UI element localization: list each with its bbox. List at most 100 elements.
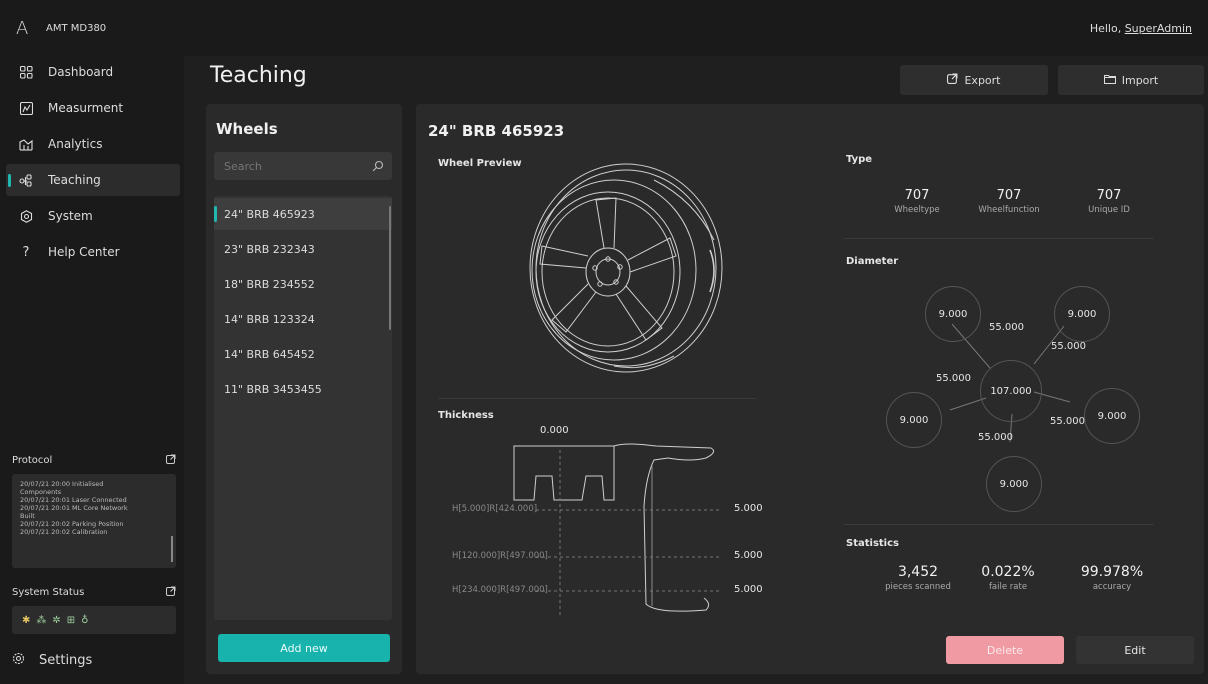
diameter-link-label: 55.000 bbox=[989, 322, 1024, 333]
diameter-outer-circle: 9.000 bbox=[986, 456, 1042, 512]
log-line: Built bbox=[20, 512, 35, 520]
sensor-status-icon: ⁂ bbox=[36, 614, 47, 626]
thickness-row-label: H[5.000]R[424.000] bbox=[452, 504, 538, 514]
diameter-outer-circle: 9.000 bbox=[1054, 286, 1110, 342]
help-icon: ? bbox=[22, 244, 30, 260]
wheel-preview-image bbox=[529, 163, 723, 373]
laser-status-icon: ✱ bbox=[22, 614, 31, 626]
list-item-label: 18" BRB 234552 bbox=[224, 277, 315, 291]
list-item[interactable]: 14" BRB 645452 bbox=[214, 338, 392, 370]
app-title: AMT MD380 bbox=[46, 23, 107, 34]
settings-label: Settings bbox=[39, 653, 93, 668]
list-item[interactable]: 18" BRB 234552 bbox=[214, 268, 392, 300]
system-icon bbox=[18, 208, 34, 224]
list-item-label: 14" BRB 123324 bbox=[224, 312, 315, 326]
delete-button[interactable]: Delete bbox=[946, 636, 1064, 664]
log-line: 20/07/21 20:00 Initialised bbox=[20, 480, 104, 488]
log-line: 20/07/21 20:01 ML Core Network bbox=[20, 504, 128, 512]
thickness-top-value: 0.000 bbox=[540, 425, 569, 436]
type-caption: Unique ID bbox=[1088, 205, 1130, 215]
statistics-label: Statistics bbox=[846, 538, 899, 549]
diameter-outer-circle: 9.000 bbox=[1084, 388, 1140, 444]
sidebar-item-dashboard[interactable]: Dashboard bbox=[6, 56, 180, 88]
sidebar-item-system[interactable]: System bbox=[6, 200, 180, 232]
app-logo: A bbox=[16, 18, 29, 39]
list-item[interactable]: 14" BRB 123324 bbox=[214, 303, 392, 335]
type-divider bbox=[844, 238, 1154, 239]
type-unique-id: 707 Unique ID bbox=[1054, 188, 1164, 215]
measurement-icon bbox=[18, 100, 34, 116]
log-line: 20/07/21 20:01 Laser Connected bbox=[20, 496, 127, 504]
stat-caption: faile rate bbox=[988, 582, 1028, 592]
export-label: Export bbox=[964, 73, 1001, 87]
folder-icon bbox=[1103, 74, 1116, 87]
network-status-icon: ✲ bbox=[52, 614, 61, 626]
add-new-button[interactable]: Add new bbox=[218, 634, 390, 662]
system-status-indicators: ✱ ⁂ ✲ ⊞ ♁ bbox=[12, 606, 176, 634]
protocol-label: Protocol bbox=[12, 455, 53, 466]
user-link[interactable]: SuperAdmin bbox=[1125, 22, 1192, 35]
list-item-label: 24" BRB 465923 bbox=[224, 207, 315, 221]
log-line: 20/07/21 20:02 Parking Position bbox=[20, 520, 124, 528]
type-wheelfunction: 707 Wheelfunction bbox=[954, 188, 1064, 215]
sidebar-item-analytics[interactable]: Analytics bbox=[6, 128, 180, 160]
preview-divider bbox=[438, 398, 756, 399]
analytics-icon bbox=[18, 136, 34, 152]
type-caption: Wheelfunction bbox=[978, 205, 1040, 215]
search-icon[interactable] bbox=[372, 160, 384, 172]
protocol-header: Protocol bbox=[12, 454, 176, 467]
sidebar-item-label: System bbox=[48, 209, 93, 223]
system-status-header: System Status bbox=[12, 586, 176, 599]
system-status-label: System Status bbox=[12, 587, 85, 598]
stat-caption: accuracy bbox=[1092, 582, 1132, 592]
search-input[interactable] bbox=[214, 152, 392, 180]
thickness-row-label: H[234.000]R[497.000] bbox=[452, 585, 548, 595]
protocol-log[interactable]: 20/07/21 20:00 Initialised Components 20… bbox=[12, 474, 176, 568]
sidebar-item-teaching[interactable]: Teaching bbox=[6, 164, 180, 196]
open-external-icon[interactable] bbox=[166, 454, 176, 467]
diameter-link-label: 55.000 bbox=[936, 373, 971, 384]
sidebar-item-label: Measurment bbox=[48, 101, 124, 115]
settings-button[interactable]: Settings bbox=[12, 652, 92, 669]
sidebar-item-help-center[interactable]: ? Help Center bbox=[6, 236, 180, 268]
list-item-label: 11" BRB 3453455 bbox=[224, 382, 322, 396]
stat-value: 0.022% bbox=[981, 564, 1035, 580]
diameter-outer-circle: 9.000 bbox=[925, 286, 981, 342]
list-item[interactable]: 24" BRB 465923 bbox=[214, 198, 392, 230]
protocol-scrollbar[interactable] bbox=[171, 536, 173, 562]
type-label: Type bbox=[846, 154, 873, 165]
import-button[interactable]: Import bbox=[1058, 65, 1204, 95]
thickness-label: Thickness bbox=[438, 410, 494, 421]
list-scrollbar[interactable] bbox=[389, 206, 391, 330]
list-item-label: 14" BRB 645452 bbox=[224, 347, 315, 361]
gear-icon bbox=[12, 652, 25, 669]
thickness-row-value: 5.000 bbox=[734, 503, 763, 514]
list-item[interactable]: 23" BRB 232343 bbox=[214, 233, 392, 265]
sidebar-item-label: Dashboard bbox=[48, 65, 114, 79]
list-item-label: 23" BRB 232343 bbox=[224, 242, 315, 256]
export-button[interactable]: Export bbox=[900, 65, 1048, 95]
page-title: Teaching bbox=[210, 63, 307, 88]
edit-button[interactable]: Edit bbox=[1076, 636, 1194, 664]
stat-accuracy: 99.978% accuracy bbox=[1052, 564, 1172, 592]
dashboard-icon bbox=[18, 64, 34, 80]
sidebar-item-label: Teaching bbox=[48, 173, 101, 187]
sidebar-item-label: Analytics bbox=[48, 137, 103, 151]
wheels-panel: Wheels 24" BRB 465923 23" BRB 232343 18"… bbox=[206, 104, 402, 674]
thickness-row-label: H[120.000]R[497.000] bbox=[452, 551, 548, 561]
diameter-outer-circle: 9.000 bbox=[886, 392, 942, 448]
import-label: Import bbox=[1121, 73, 1159, 87]
diameter-link-label: 55.000 bbox=[978, 432, 1013, 443]
top-bar: A AMT MD380 Hello, SuperAdmin bbox=[0, 0, 1208, 56]
greeting: Hello, SuperAdmin bbox=[1090, 22, 1192, 35]
sidebar-item-measurement[interactable]: Measurment bbox=[6, 92, 180, 124]
open-external-icon[interactable] bbox=[166, 586, 176, 599]
diameter-link-label: 55.000 bbox=[1050, 416, 1085, 427]
detail-panel: 24" BRB 465923 Wheel Preview Thickness 0… bbox=[416, 104, 1204, 674]
greeting-prefix: Hello, bbox=[1089, 22, 1125, 35]
list-item[interactable]: 11" BRB 3453455 bbox=[214, 373, 392, 405]
teaching-icon bbox=[18, 172, 34, 188]
sidebar-item-label: Help Center bbox=[48, 245, 120, 259]
wheels-title: Wheels bbox=[216, 120, 278, 138]
thickness-row-value: 5.000 bbox=[734, 584, 763, 595]
